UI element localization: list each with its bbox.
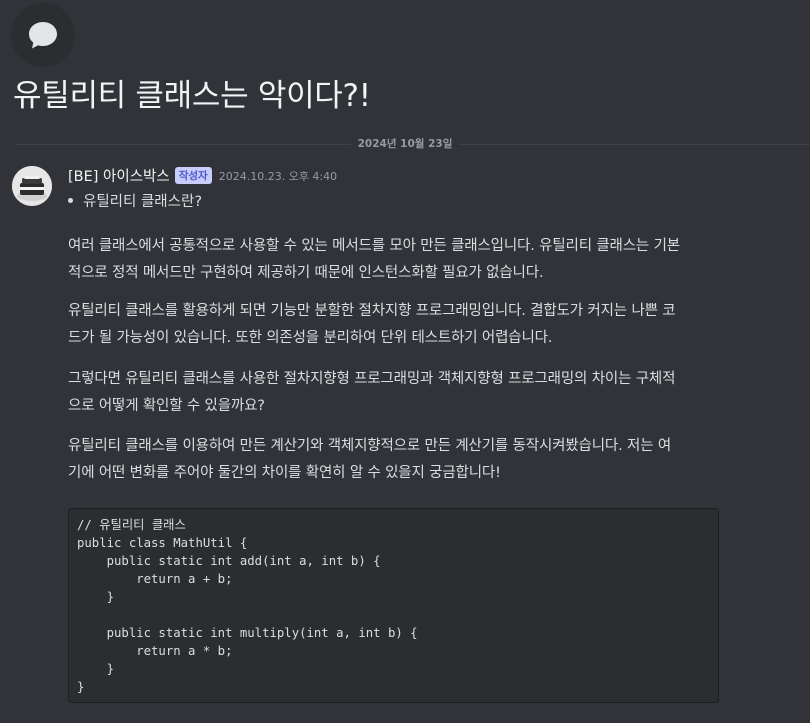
bullet-text: 유틸리티 클래스란? [83,194,203,210]
code-line: return a + b; [77,572,233,586]
paragraph-line: 유틸리티 클래스를 활용하게 되면 기능만 분할한 절차지향 프로그래밍입니다.… [68,303,676,319]
code-line: } [77,662,115,676]
code-line: public static int multiply(int a, int b)… [77,626,418,640]
date-divider-label: 2024년 10월 23일 [351,136,459,151]
code-line: } [77,680,85,694]
paragraph: 그렇다면 유틸리티 클래스를 사용한 절차지향형 프로그래밍과 객체지향형 프로… [68,366,796,420]
paragraph-line: 으로 어떻게 확인할 수 있을까요? [68,398,265,414]
code-block[interactable]: // 유틸리티 클래스 public class MathUtil { publ… [68,508,719,703]
paragraph-line: 그렇다면 유틸리티 클래스를 사용한 절차지향형 프로그래밍과 객체지향형 프로… [68,371,676,387]
paragraph-line: 드가 될 가능성이 있습니다. 또한 의존성을 분리하여 단위 테스트하기 어렵… [68,330,553,346]
message-timestamp: 2024.10.23. 오후 4:40 [218,169,338,183]
avatar-image [12,166,52,206]
paragraph-line: 유틸리티 클래스를 이용하여 만든 계산기와 객체지향적으로 만든 계산기를 동… [68,438,672,454]
code-line: return a * b; [77,644,233,658]
code-line: } [77,590,115,604]
bullet-icon [68,198,73,203]
message-header: [BE] 아이스박스 작성자 2024.10.23. 오후 4:40 [68,165,337,186]
paragraph-line: 적으로 정적 메서드만 구현하여 제공하기 때문에 인스턴스화할 필요가 없습니… [68,265,544,281]
author-badge: 작성자 [174,167,212,184]
list-item: 유틸리티 클래스란? [68,190,202,211]
code-line: public class MathUtil { [77,536,248,550]
author-name[interactable]: [BE] 아이스박스 [68,165,170,186]
paragraph: 여러 클래스에서 공통적으로 사용할 수 있는 메서드를 모아 만든 클래스입니… [68,233,796,287]
paragraph: 유틸리티 클래스를 이용하여 만든 계산기와 객체지향적으로 만든 계산기를 동… [68,433,796,487]
code-line: // 유틸리티 클래스 [77,518,186,532]
speech-bubble-icon [29,22,57,49]
page-title: 유틸리티 클래스는 악이다?! [13,78,371,114]
code-line: public static int add(int a, int b) { [77,554,381,568]
paragraph-line: 기에 어떤 변화를 주어야 둘간의 차이를 확연히 알 수 있을지 궁금합니다! [68,465,501,481]
paragraph-line: 여러 클래스에서 공통적으로 사용할 수 있는 메서드를 모아 만든 클래스입니… [68,238,680,254]
paragraph: 유틸리티 클래스를 활용하게 되면 기능만 분할한 절차지향 프로그래밍입니다.… [68,298,796,352]
avatar[interactable] [12,166,52,206]
thread-icon-circle [11,3,75,67]
